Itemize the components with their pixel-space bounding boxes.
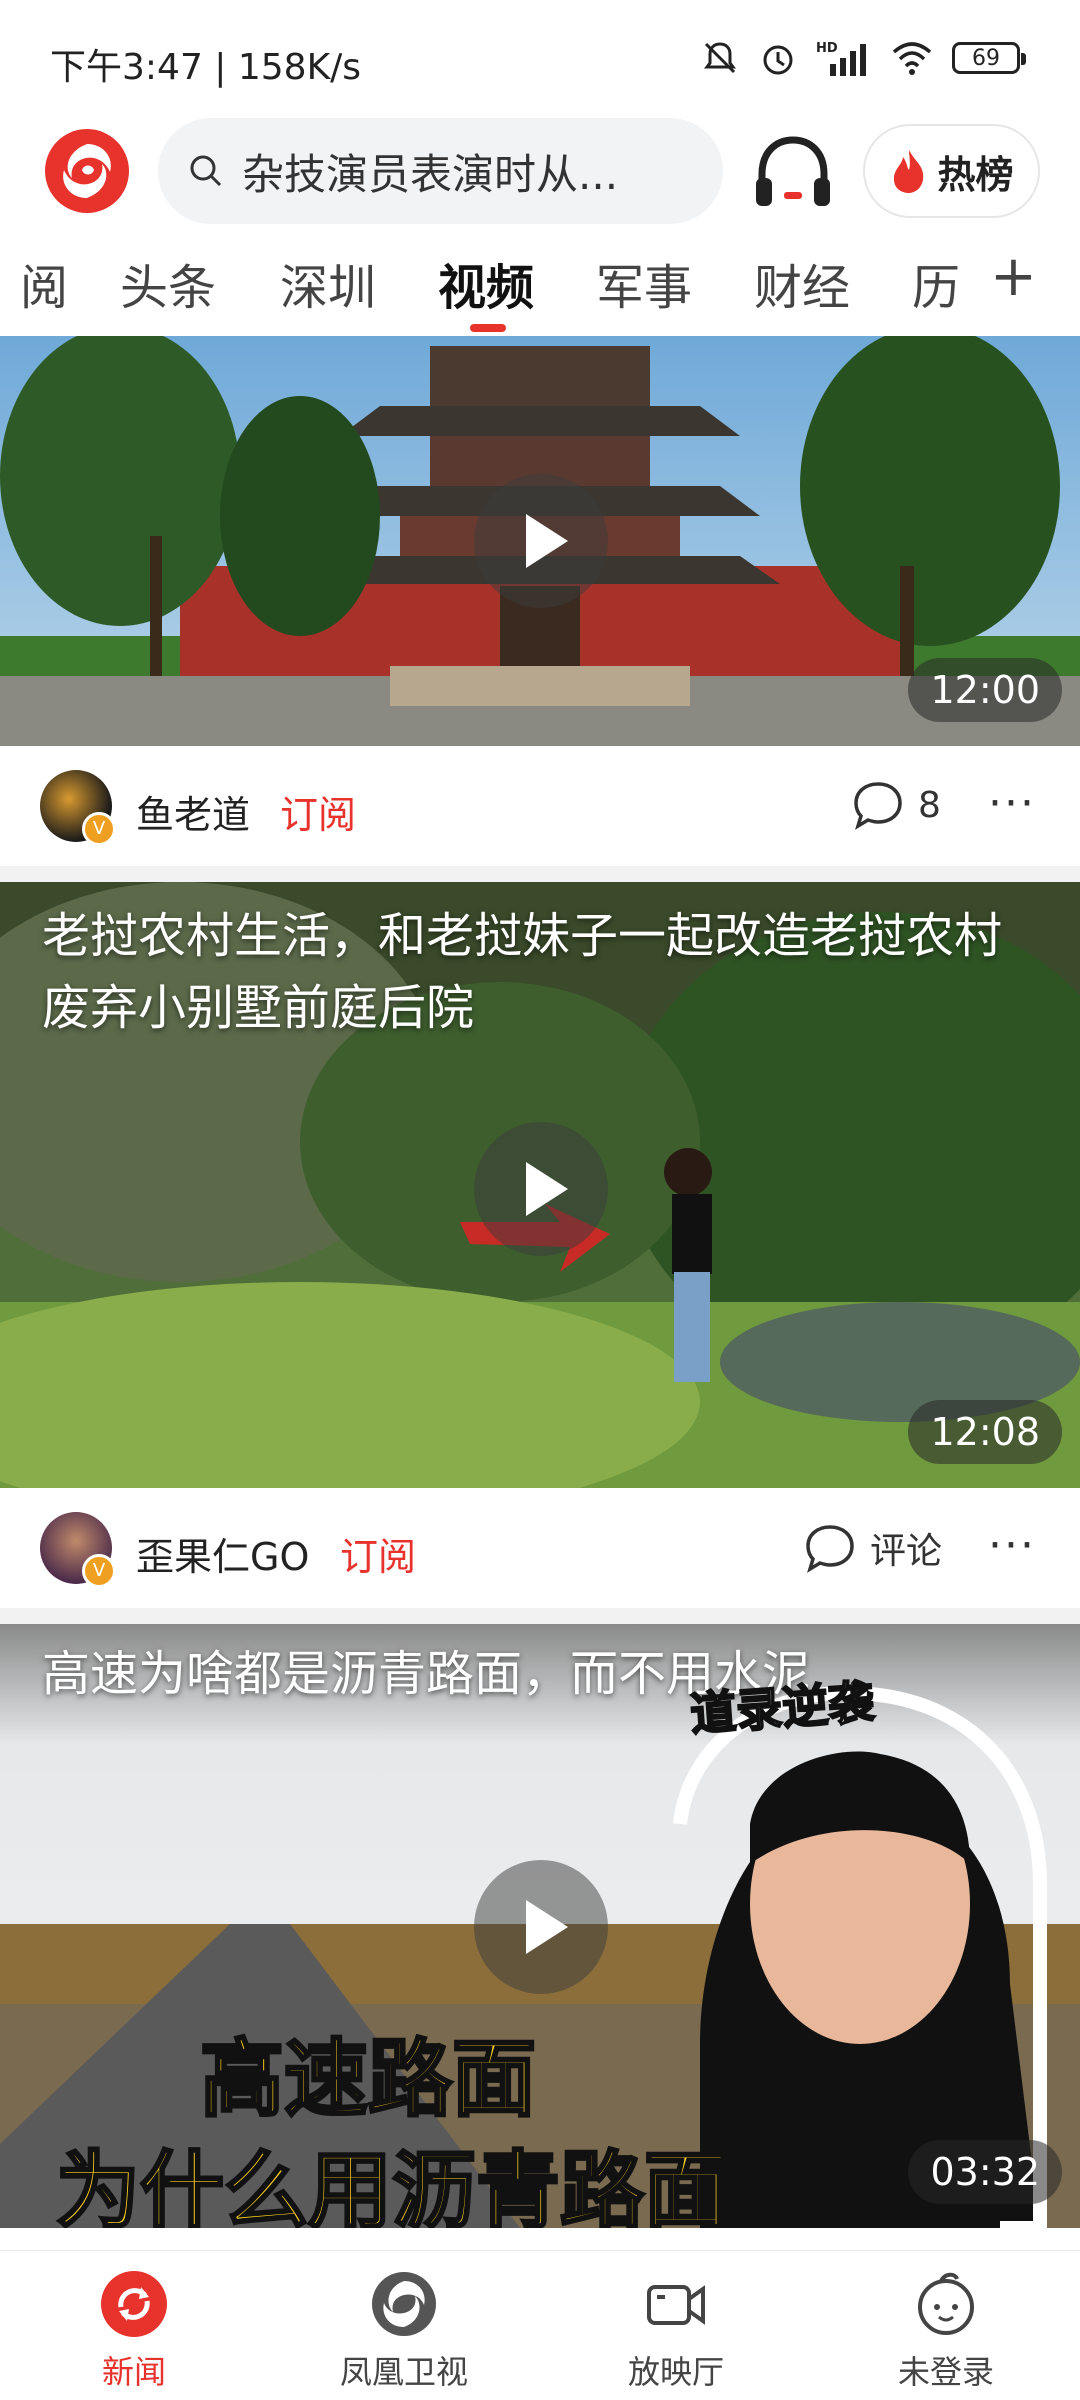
comment-icon (806, 1525, 854, 1573)
video-overlay-tag: 道录逆袭 (688, 1674, 877, 1743)
nav-phoenix-tv[interactable]: 凤凰卫视 (304, 2269, 504, 2393)
comment-count: 8 (918, 784, 941, 826)
status-icons: HD 69 (700, 38, 1026, 78)
nav-cinema-label: 放映厅 (627, 2353, 724, 2391)
flame-icon (894, 150, 924, 193)
search-bar[interactable]: 杂技演员表演时从... (158, 118, 723, 224)
tab-military[interactable]: 军事 (596, 248, 692, 318)
more-options-icon[interactable]: ··· (988, 778, 1036, 829)
alarm-icon (763, 45, 793, 75)
hot-list-button[interactable]: 热榜 (863, 124, 1040, 218)
nav-news[interactable]: 新闻 (34, 2269, 234, 2393)
active-tab-indicator (470, 324, 506, 332)
author-name[interactable]: 歪果仁GO (136, 1526, 309, 1581)
battery-icon: 69 (952, 42, 1026, 74)
video-caption-line-2: 为什么用沥青路面 (54, 2141, 729, 2229)
verified-badge-icon: V (82, 1554, 116, 1588)
verified-badge-icon: V (82, 812, 116, 846)
video-thumbnail-2[interactable]: 老挝农村生活，和老挝妹子一起改造老挝农村废弃小别墅前庭后院 12:08 (0, 882, 1080, 1488)
comment-button[interactable]: 8 (852, 780, 941, 830)
tab-history[interactable]: 历 (912, 248, 960, 318)
hd-signal-icon: HD (816, 41, 866, 76)
video-duration: 12:08 (908, 1400, 1062, 1464)
subscribe-button[interactable]: 订阅 (280, 784, 356, 839)
nav-profile[interactable]: 未登录 (846, 2269, 1046, 2393)
subscribe-button[interactable]: 订阅 (340, 1526, 416, 1581)
comment-label: 评论 (870, 1531, 943, 1572)
mute-bell-icon (704, 42, 736, 74)
tab-video[interactable]: 视频 (438, 248, 534, 318)
video-meta-2: V 歪果仁GO 订阅 评论 ··· (0, 1488, 1080, 1608)
video-duration: 12:00 (908, 658, 1062, 722)
nav-cinema[interactable]: 放映厅 (576, 2269, 776, 2393)
comment-icon (854, 782, 902, 830)
news-refresh-icon (101, 2271, 167, 2337)
video-caption-line-1: 高速路面 (198, 2029, 537, 2130)
tab-subscribe[interactable]: 阅 (20, 248, 68, 318)
video-camera-icon (647, 2285, 705, 2325)
bottom-navigation: 新闻 凤凰卫视 放映厅 未登录 (0, 2250, 1080, 2400)
video-title: 高速为啥都是沥青路面，而不用水泥 (42, 1646, 811, 1702)
video-title: 老挝农村生活，和老挝妹子一起改造老挝农村废弃小别墅前庭后院 (42, 908, 1003, 1036)
search-icon (190, 155, 222, 187)
status-bar: 下午3:47 | 158K/s HD 69 (0, 0, 1080, 110)
more-options-icon[interactable]: ··· (988, 1520, 1036, 1571)
video-thumbnail-1[interactable]: 12:00 (0, 336, 1080, 746)
nav-phoenix-tv-label: 凤凰卫视 (339, 2353, 468, 2391)
add-channel-icon[interactable]: + (990, 244, 1037, 309)
video-thumbnail-3[interactable]: 高速为啥都是沥青路面，而不用水泥 道录逆袭 高速路面 为什么用沥青路面 03:3… (0, 1624, 1080, 2228)
author-name[interactable]: 鱼老道 (136, 784, 250, 839)
channel-tabs: 阅 头条 深圳 视频 军事 财经 历 + (0, 236, 1080, 336)
play-button[interactable] (474, 474, 608, 608)
tab-shenzhen[interactable]: 深圳 (280, 248, 376, 318)
top-header: 杂技演员表演时从... 热榜 (0, 112, 1080, 232)
profile-face-icon (918, 2272, 974, 2335)
headphone-icon[interactable] (752, 134, 834, 212)
video-duration: 03:32 (908, 2140, 1062, 2204)
hot-list-label: 热榜 (937, 152, 1014, 197)
status-time: 下午3:47 | 158K/s (50, 47, 362, 88)
svg-text:HD: HD (816, 41, 838, 56)
play-button[interactable] (474, 1860, 608, 1994)
divider (0, 1608, 1080, 1624)
wifi-icon (892, 42, 932, 75)
nav-news-label: 新闻 (101, 2353, 166, 2391)
tab-headlines[interactable]: 头条 (120, 248, 216, 318)
video-meta-1: V 鱼老道 订阅 8 ··· (0, 746, 1080, 866)
divider (0, 866, 1080, 882)
ifeng-logo[interactable] (42, 126, 132, 216)
tab-finance[interactable]: 财经 (754, 248, 850, 318)
phoenix-logo-icon (372, 2272, 436, 2336)
nav-profile-label: 未登录 (897, 2353, 994, 2391)
search-placeholder: 杂技演员表演时从... (242, 149, 619, 199)
comment-button[interactable]: 评论 (804, 1522, 942, 1574)
play-button[interactable] (474, 1122, 608, 1256)
